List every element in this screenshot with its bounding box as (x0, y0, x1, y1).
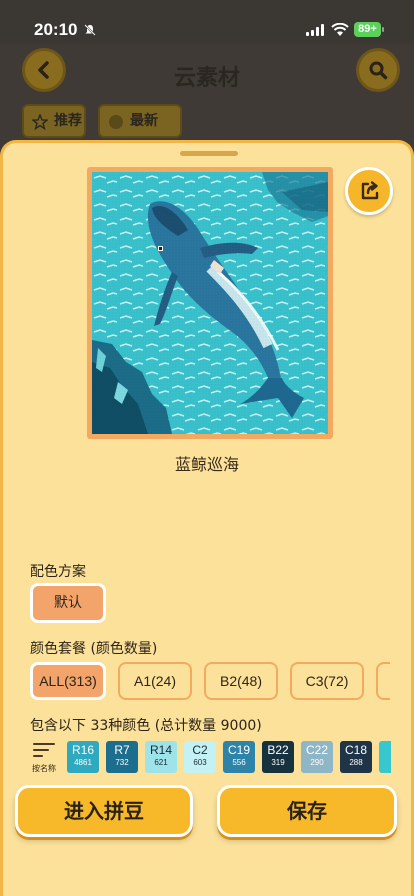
color-chip[interactable]: C19 556 (223, 741, 255, 773)
color-chip-count: 603 (193, 758, 207, 767)
color-chip-code: C (379, 743, 392, 758)
color-chip-code: B22 (267, 743, 289, 757)
enter-bead-button[interactable]: 进入拼豆 (15, 785, 193, 837)
color-chip[interactable]: R14 621 (145, 741, 177, 773)
share-button[interactable] (345, 167, 393, 215)
tab-latest[interactable]: 最新 (98, 104, 182, 138)
sort-label: 按名称 (32, 764, 56, 773)
scheme-option-default[interactable]: 默认 (30, 583, 106, 623)
color-chip[interactable]: C2 603 (184, 741, 216, 773)
color-chip-count: 732 (115, 758, 129, 767)
cellular-signal-icon (306, 24, 326, 36)
pack-option-all[interactable]: ALL(313) (30, 662, 106, 700)
artwork-name: 蓝鲸巡海 (174, 455, 239, 474)
color-chip[interactable]: C18 288 (340, 741, 372, 773)
battery-tip (382, 27, 384, 32)
color-chip-code: C18 (344, 743, 367, 757)
save-button[interactable]: 保存 (217, 785, 397, 837)
color-chip-code: R14 (149, 743, 172, 757)
color-chip-list: 按名称 R16 4861 R7 732 R14 621 C2 603 C19 556 B22 319 C… (27, 739, 391, 779)
color-chip-code: R16 (71, 743, 94, 757)
color-chip-count: 4861 (74, 758, 92, 767)
color-pack-list: ALL(313) A1(24) B2(48) C3(72) D (30, 660, 390, 704)
color-chip-count: 319 (271, 758, 285, 767)
clock-icon (109, 115, 123, 129)
color-chip[interactable]: B22 319 (262, 741, 294, 773)
color-chip-code: C2 (192, 743, 208, 757)
color-chip[interactable]: C1 (379, 741, 391, 773)
search-icon (369, 61, 388, 80)
tab-recommend[interactable]: 推荐 (22, 104, 86, 138)
whale-pixel-art-image (92, 172, 328, 434)
action-buttons: 进入拼豆 保存 (3, 785, 411, 845)
color-chip-code: C22 (305, 743, 328, 757)
search-button[interactable] (356, 48, 400, 92)
color-chip-count: 556 (232, 758, 246, 767)
pack-option-d[interactable]: D (376, 662, 390, 700)
page-title: 云素材 (173, 66, 240, 91)
bell-muted-icon (84, 24, 96, 36)
color-chip[interactable]: R7 732 (106, 741, 138, 773)
detail-sheet: 蓝鲸巡海 配色方案 默认 颜色套餐 (颜色数量) ALL(313) A1(24)… (0, 140, 414, 896)
status-time: 20:10 (34, 20, 78, 39)
battery-indicator: 89+ (354, 22, 381, 37)
sheet-grabber[interactable] (180, 151, 238, 156)
share-icon (361, 181, 379, 200)
pack-option-a1[interactable]: A1(24) (118, 662, 192, 700)
pack-option-c3[interactable]: C3(72) (290, 662, 364, 700)
color-chip-count: 1 (379, 758, 391, 768)
color-chip[interactable]: C22 290 (301, 741, 333, 773)
color-pack-label: 颜色套餐 (颜色数量) (30, 641, 158, 657)
colors-summary-label: 包含以下 33种颜色 (总计数量 9000) (30, 718, 262, 734)
star-icon (32, 114, 48, 130)
color-scheme-label: 配色方案 (30, 564, 86, 580)
sort-by-name-button[interactable]: 按名称 (27, 739, 61, 775)
wifi-icon (331, 22, 349, 36)
app-header: 云素材 (0, 44, 414, 100)
color-chip-count: 621 (154, 758, 168, 767)
color-chip[interactable]: R16 4861 (67, 741, 99, 773)
color-chip-code: C19 (227, 743, 250, 757)
color-chip-code: R7 (114, 743, 130, 757)
color-chip-count: 290 (310, 758, 324, 767)
pack-option-b2[interactable]: B2(48) (204, 662, 278, 700)
artwork-preview (87, 167, 333, 439)
color-chip-count: 288 (349, 758, 363, 767)
